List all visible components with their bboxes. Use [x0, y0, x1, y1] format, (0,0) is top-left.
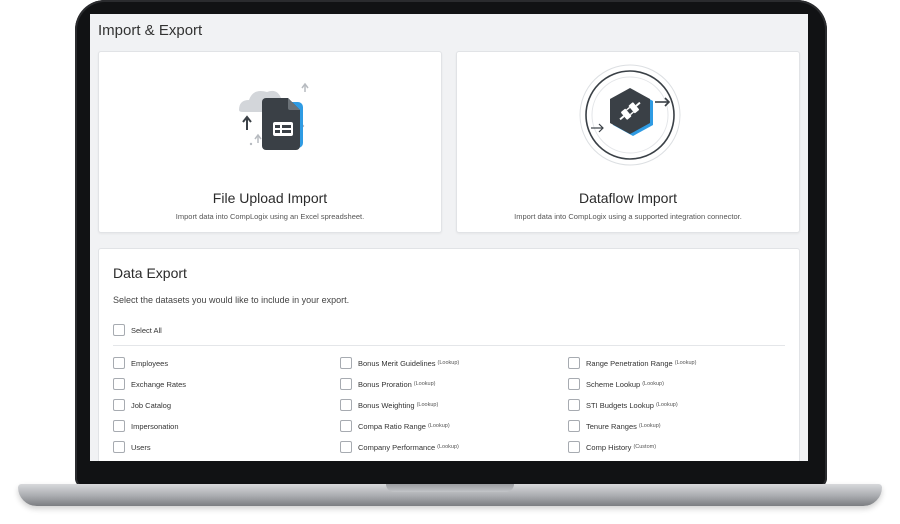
dataset-checkbox[interactable]: [340, 378, 352, 390]
dataset-option[interactable]: Scheme Lookup (Lookup): [568, 377, 664, 391]
dataset-label: Job Catalog: [131, 400, 172, 410]
dataset-checkbox[interactable]: [340, 357, 352, 369]
dataset-checkbox[interactable]: [113, 399, 125, 411]
dataset-checkbox[interactable]: [568, 378, 580, 390]
dataflow-import-description: Import data into CompLogix using a suppo…: [514, 212, 742, 221]
dataset-label: Company Performance: [358, 442, 436, 452]
dataset-tag: (Lookup): [437, 360, 460, 366]
select-all-divider: [113, 345, 785, 346]
dataset-checkbox[interactable]: [568, 420, 580, 432]
dataset-label: Bonus Proration: [358, 379, 412, 389]
select-all-option[interactable]: Select All: [113, 323, 162, 337]
dataset-checkbox[interactable]: [568, 441, 580, 453]
dataset-option[interactable]: Company Performance (Lookup): [340, 440, 459, 454]
dataset-label: Scheme Lookup: [586, 379, 641, 389]
dataset-option[interactable]: Bonus Weighting (Lookup): [340, 398, 438, 412]
dataset-option[interactable]: Employees: [113, 356, 170, 370]
select-all-checkbox[interactable]: [113, 324, 125, 336]
select-all-label: Select All: [131, 325, 162, 335]
dataset-label: Impersonation: [131, 421, 179, 431]
dataset-checkbox[interactable]: [568, 399, 580, 411]
dataset-tag: (Lookup): [642, 381, 664, 387]
data-export-card: Data Export Select the datasets you woul…: [98, 248, 800, 461]
dataset-option[interactable]: Job Catalog: [113, 398, 173, 412]
dataset-checkbox[interactable]: [113, 357, 125, 369]
page-title: Import & Export: [98, 22, 203, 39]
dataset-option[interactable]: STI Budgets Lookup (Lookup): [568, 398, 678, 412]
dataflow-import-card[interactable]: Dataflow Import Import data into CompLog…: [456, 51, 800, 233]
dataset-label: Users: [131, 442, 151, 452]
dataset-label: Employees: [131, 358, 169, 368]
app-screen: Import & Export File Upload Import Impor…: [90, 14, 808, 461]
dataset-checkbox[interactable]: [340, 399, 352, 411]
dataflow-import-title: Dataflow Import: [578, 190, 678, 206]
dataset-tag: (Lookup): [437, 444, 459, 450]
dataset-label: Exchange Rates: [131, 379, 187, 389]
dataset-option[interactable]: Comp History (Custom): [568, 440, 656, 454]
dataset-tag: (Lookup): [674, 360, 697, 366]
dataset-label: Bonus Merit Guidelines: [358, 358, 436, 368]
dataset-label: Tenure Ranges: [586, 421, 637, 431]
dataset-option[interactable]: Tenure Ranges (Lookup): [568, 419, 661, 433]
dataset-tag: (Custom): [633, 444, 657, 450]
dataset-tag: (Lookup): [413, 381, 436, 387]
dataset-tag: (Lookup): [638, 423, 661, 429]
dataset-label: Range Penetration Range: [586, 358, 673, 368]
dataset-option[interactable]: Bonus Merit Guidelines (Lookup): [340, 356, 459, 370]
dataset-option[interactable]: Compa Ratio Range (Lookup): [340, 419, 450, 433]
dataset-label: Compa Ratio Range: [358, 421, 426, 431]
dataset-checkbox[interactable]: [113, 420, 125, 432]
dataset-checkbox[interactable]: [340, 420, 352, 432]
dataset-tag: (Lookup): [416, 402, 439, 408]
dataset-option[interactable]: Range Penetration Range (Lookup): [568, 356, 696, 370]
dataset-tag: (Lookup): [427, 423, 450, 429]
dataset-checkbox[interactable]: [113, 441, 125, 453]
dataset-option[interactable]: Users: [113, 440, 153, 454]
file-upload-icon: [239, 82, 309, 150]
dataset-label: Bonus Weighting: [358, 400, 415, 410]
laptop-notch: [386, 484, 514, 492]
dataset-option[interactable]: Exchange Rates: [113, 377, 188, 391]
dataset-checkbox[interactable]: [340, 441, 352, 453]
data-export-subtitle: Select the datasets you would like to in…: [113, 295, 350, 305]
dataset-checkbox[interactable]: [568, 357, 580, 369]
dataset-checkbox[interactable]: [113, 378, 125, 390]
dataset-label: STI Budgets Lookup: [586, 400, 654, 410]
data-export-title: Data Export: [113, 265, 187, 281]
dataset-tag: (Lookup): [655, 402, 678, 408]
dataset-option[interactable]: Impersonation: [113, 419, 181, 433]
dataset-label: Comp History: [586, 442, 632, 452]
file-upload-import-card[interactable]: File Upload Import Import data into Comp…: [98, 51, 442, 233]
dataset-option[interactable]: Bonus Proration (Lookup): [340, 377, 436, 391]
dataflow-plug-icon: [579, 64, 681, 166]
file-upload-import-description: Import data into CompLogix using an Exce…: [175, 212, 365, 221]
file-upload-import-title: File Upload Import: [212, 190, 328, 206]
